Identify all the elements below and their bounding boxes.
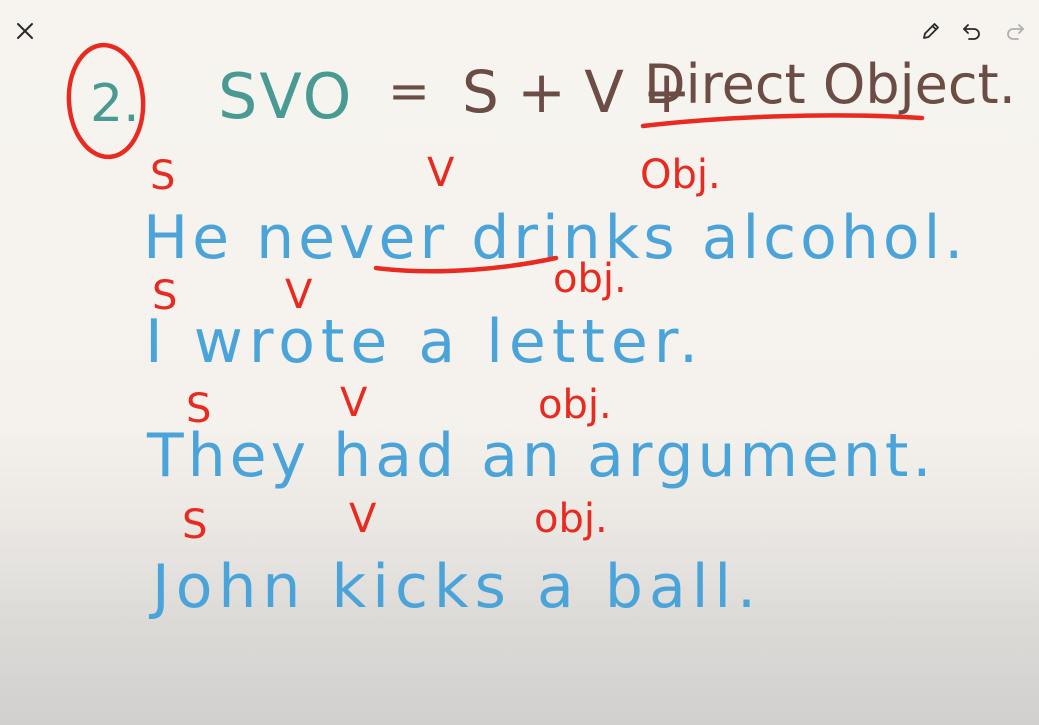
whiteboard-canvas[interactable]: 2. SVO = S + V + Direct Object. S V Obj.… <box>0 0 1039 725</box>
s3-verb-label: V <box>340 380 368 426</box>
section-number: 2. <box>90 74 140 134</box>
s1-verb-label: V <box>427 150 455 196</box>
sentence-2: I wrote a letter. <box>145 307 704 377</box>
sentence-3: They had an argument. <box>146 421 935 491</box>
pattern-label: SVO <box>218 60 353 133</box>
s4-object-label: obj. <box>534 496 608 542</box>
s2-object-label: obj. <box>553 256 627 302</box>
direct-object-term: Direct Object. <box>644 53 1016 116</box>
s4-subject-label: S <box>182 502 207 548</box>
s4-verb-label: V <box>349 496 377 542</box>
s1-object-label: Obj. <box>640 152 721 198</box>
equals-sign: = <box>388 62 430 120</box>
sentence-4: John kicks a ball. <box>148 552 762 622</box>
s1-subject-label: S <box>150 153 175 199</box>
